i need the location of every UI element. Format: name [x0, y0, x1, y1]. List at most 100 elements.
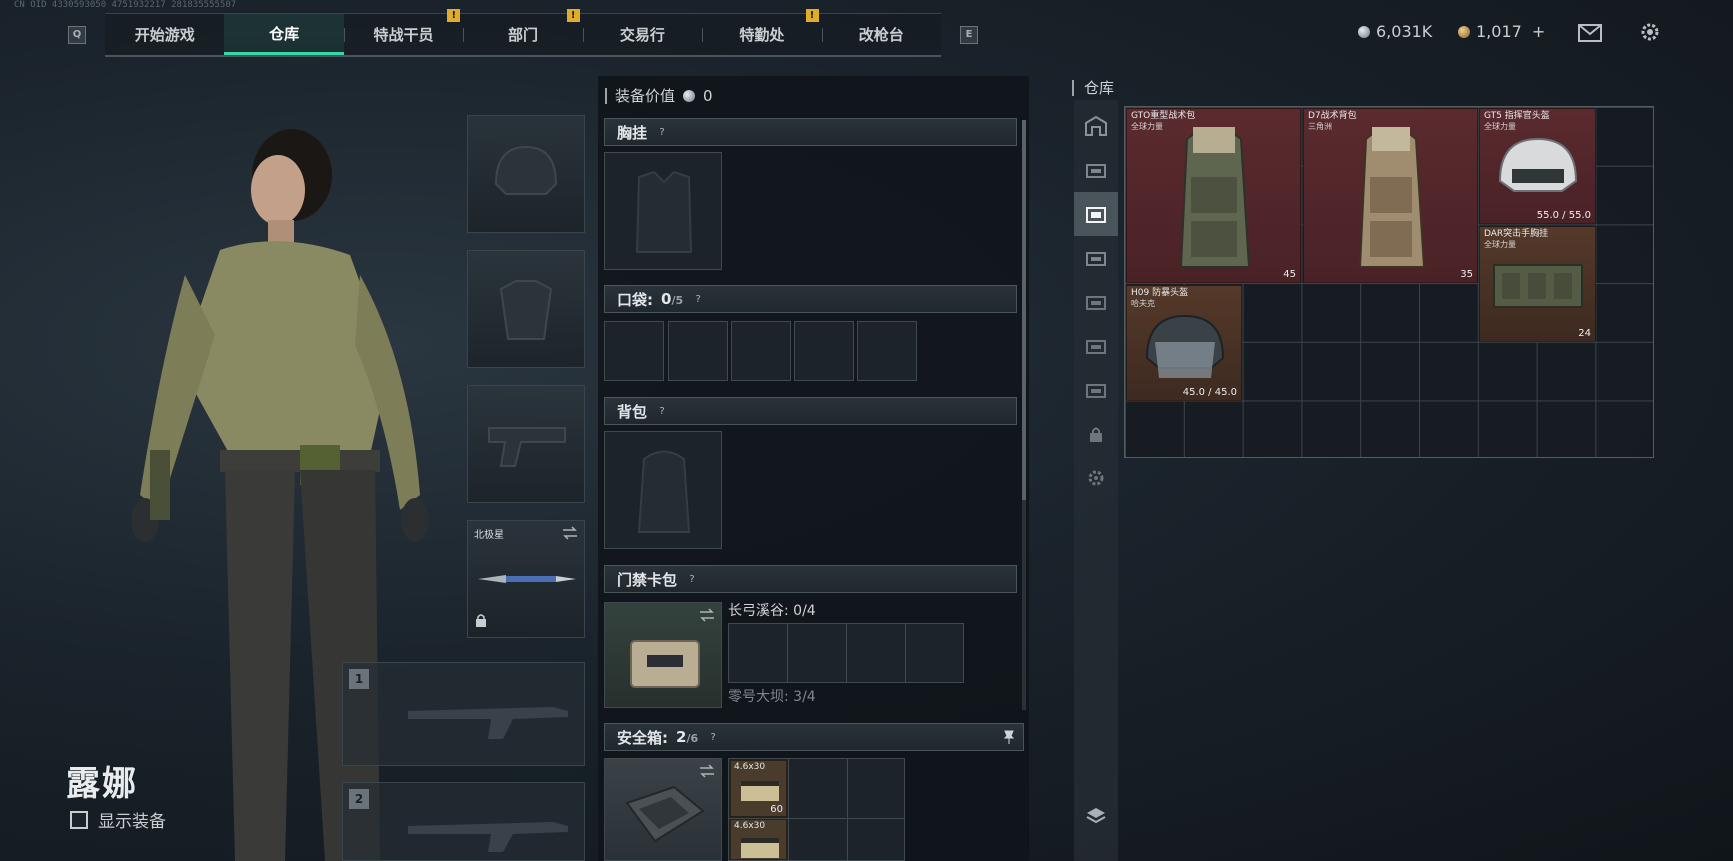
- gold-currency[interactable]: 1,017 +: [1458, 22, 1545, 41]
- warehouse-item-gt5-helmet[interactable]: GT5 指挥官头盔 全球力量 55.0 / 55.0: [1479, 108, 1596, 224]
- storage-tier-4c-icon[interactable]: [1074, 324, 1118, 368]
- section-accent: [605, 87, 607, 104]
- warehouse-item-dar-chest-rig[interactable]: DAR突击手胸挂 全球力量 24: [1479, 226, 1596, 342]
- pockets-header: 口袋: 0/5 ?: [604, 285, 1017, 313]
- primary-weapon-slot[interactable]: 1: [342, 662, 585, 766]
- silver-amount: 6,031K: [1376, 22, 1433, 41]
- pocket-slot[interactable]: [604, 321, 664, 381]
- help-icon[interactable]: ?: [655, 125, 669, 139]
- storage-tier-4-icon[interactable]: [1074, 148, 1118, 192]
- warehouse-item-h09-helmet[interactable]: H09 防暴头盔 哈夫克 45.0 / 45.0: [1126, 285, 1242, 401]
- next-tab-key[interactable]: E: [960, 26, 978, 44]
- pocket-slot[interactable]: [668, 321, 728, 381]
- safebox-capacity: /6: [686, 732, 699, 745]
- swap-icon[interactable]: [562, 525, 578, 544]
- safebox-icon: [625, 785, 705, 843]
- tab-department[interactable]: 部门 !: [463, 9, 582, 55]
- silver-currency[interactable]: 6,031K: [1358, 22, 1432, 41]
- warehouse-header: 仓库: [1072, 77, 1114, 98]
- settings-icon[interactable]: [1074, 456, 1118, 500]
- swap-icon[interactable]: [699, 607, 715, 626]
- item-capacity-badge: 45: [1283, 269, 1296, 280]
- item-faction: 三角洲: [1308, 122, 1332, 131]
- tab-trading[interactable]: 交易行: [582, 14, 702, 55]
- pockets-count: 0: [661, 290, 672, 308]
- warehouse-title: 仓库: [1084, 79, 1115, 97]
- helmet-slot[interactable]: [467, 115, 585, 233]
- help-icon[interactable]: ?: [655, 404, 669, 418]
- layers-icon[interactable]: [1074, 794, 1118, 838]
- keycard-header: 门禁卡包 ?: [604, 565, 1017, 593]
- backpack-header: 背包 ?: [604, 397, 1017, 425]
- chest-rig-header: 胸挂 ?: [604, 118, 1017, 146]
- storage-tier-5-icon[interactable]: [1074, 280, 1118, 324]
- chest-rig-slot[interactable]: [604, 152, 722, 270]
- tab-label: 特勤处: [739, 26, 785, 44]
- add-currency-button[interactable]: +: [1532, 22, 1545, 41]
- main-nav: 开始游戏 仓库 特战干员 ! 部门 ! 交易行 特勤处 ! 改枪台: [105, 9, 941, 57]
- storage-tier-4b-icon[interactable]: [1074, 236, 1118, 280]
- mail-icon[interactable]: [1578, 24, 1602, 46]
- item-name: GT5 指挥官头盔: [1484, 111, 1550, 121]
- pin-icon[interactable]: [1003, 730, 1015, 748]
- show-equipment-checkbox[interactable]: [70, 810, 88, 829]
- warehouse-overview-icon[interactable]: [1074, 104, 1118, 148]
- item-name: DAR突击手胸挂: [1484, 229, 1549, 239]
- keycard-map1-label: 长弓溪谷: 0/4: [728, 603, 816, 619]
- item-faction: 全球力量: [1131, 122, 1163, 131]
- armor-icon: [468, 251, 584, 367]
- backpack-slot[interactable]: [604, 431, 722, 549]
- show-equipment-toggle[interactable]: 显示装备: [70, 807, 166, 832]
- weapon-slot-number: 2: [349, 789, 369, 809]
- safebox-count: 2: [676, 728, 687, 746]
- knife-icon: [478, 575, 576, 583]
- safebox-grid[interactable]: 4.6x30 60 4.6x30: [728, 758, 905, 861]
- item-name: H09 防暴头盔: [1131, 288, 1189, 298]
- build-id-text: CN OID 4330593050 4751932217 28183555550…: [14, 0, 237, 10]
- tab-label: 部门: [507, 26, 538, 44]
- equipment-value-amount: 0: [703, 86, 713, 105]
- pockets-capacity: /5: [671, 294, 684, 307]
- vest-icon: [1493, 264, 1583, 308]
- pocket-slot[interactable]: [794, 321, 854, 381]
- warehouse-item-gto-backpack[interactable]: GTO重型战术包 全球力量 45: [1126, 108, 1301, 283]
- tab-special-ops[interactable]: 特勤处 !: [702, 9, 821, 55]
- pocket-slot[interactable]: [731, 321, 791, 381]
- storage-tier-active-icon[interactable]: [1074, 192, 1118, 236]
- help-icon[interactable]: ?: [691, 292, 705, 306]
- settings-icon[interactable]: [1639, 21, 1661, 47]
- tab-start-game[interactable]: 开始游戏: [105, 14, 224, 55]
- keycard-case-slot[interactable]: [604, 602, 722, 708]
- swap-icon[interactable]: [699, 763, 715, 782]
- lock-icon[interactable]: [1074, 412, 1118, 456]
- melee-slot[interactable]: 北极星: [467, 520, 585, 638]
- backpack-icon: [1179, 127, 1251, 268]
- tab-gunsmith[interactable]: 改枪台: [821, 14, 941, 55]
- item-durability: 55.0 / 55.0: [1536, 210, 1591, 221]
- rifle-icon: [408, 822, 568, 852]
- storage-tier-3-icon[interactable]: [1074, 368, 1118, 412]
- section-accent: [1072, 79, 1074, 96]
- ammo-qty: 60: [770, 804, 783, 815]
- keycard-map2-label: 零号大坝: 3/4: [728, 689, 816, 705]
- tab-operators[interactable]: 特战干员 !: [343, 9, 463, 55]
- ammo-item[interactable]: 4.6x30 60: [730, 760, 787, 817]
- secondary-weapon-slot[interactable]: 2: [342, 782, 585, 861]
- warehouse-grid[interactable]: GTO重型战术包 全球力量 45 D7战术背包 三角洲 35 GT5 指挥官头盔…: [1124, 106, 1654, 458]
- keycard-grid[interactable]: [728, 623, 964, 683]
- ammo-item[interactable]: 4.6x30: [730, 819, 787, 860]
- pocket-slot[interactable]: [857, 321, 917, 381]
- loadout-scroll-thumb[interactable]: [1022, 120, 1026, 500]
- ammo-label: 4.6x30: [734, 821, 766, 831]
- rifle-icon: [408, 707, 568, 739]
- silver-coin-icon: [1358, 25, 1370, 38]
- prev-tab-key[interactable]: Q: [68, 26, 86, 44]
- tab-warehouse[interactable]: 仓库: [224, 14, 344, 55]
- help-icon[interactable]: ?: [685, 572, 699, 586]
- warehouse-item-d7-backpack[interactable]: D7战术背包 三角洲 35: [1303, 108, 1478, 283]
- helmet-icon: [1498, 137, 1578, 192]
- safebox-slot[interactable]: [604, 758, 722, 861]
- help-icon[interactable]: ?: [706, 730, 720, 744]
- armor-slot[interactable]: [467, 250, 585, 368]
- pistol-slot[interactable]: [467, 385, 585, 503]
